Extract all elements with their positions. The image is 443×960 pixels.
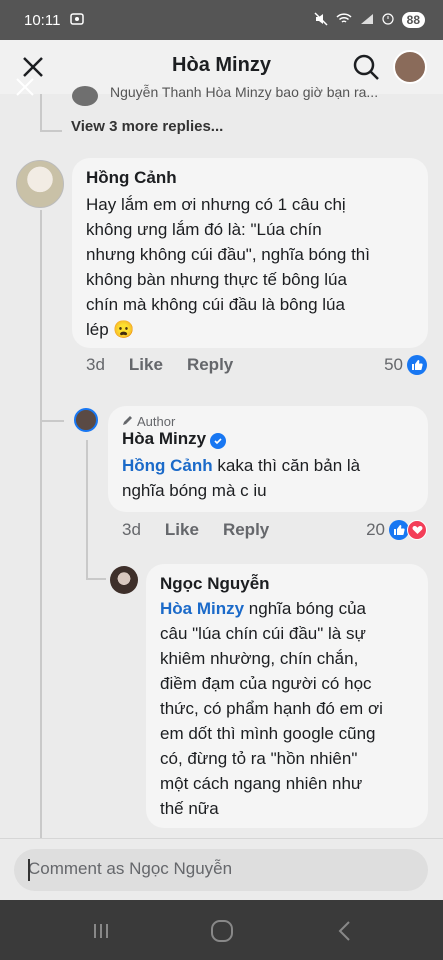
mute-icon bbox=[314, 11, 328, 29]
reply-button[interactable]: Reply bbox=[223, 520, 269, 540]
comment-bubble: Author Hòa Minzy Hồng Cảnh kaka thì căn … bbox=[108, 406, 428, 512]
frowning-emoji-icon: 😦 bbox=[113, 320, 135, 339]
like-reaction-icon bbox=[407, 355, 427, 375]
comment-actions: 3d Like Reply bbox=[86, 355, 233, 375]
alarm-icon bbox=[382, 12, 394, 28]
thread-line bbox=[40, 210, 42, 840]
screen-record-icon bbox=[70, 12, 85, 29]
comment-author[interactable]: Hòa Minzy bbox=[122, 429, 414, 449]
previous-reply-preview[interactable]: Nguyễn Thanh Hòa Minzy bao giờ bạn ra... bbox=[70, 84, 430, 106]
comment-time: 3d bbox=[86, 355, 105, 374]
comment-author[interactable]: Ngọc Nguyễn bbox=[160, 574, 414, 594]
comment-time: 3d bbox=[122, 520, 141, 539]
view-more-replies-link[interactable]: View 3 more replies... bbox=[71, 118, 223, 135]
status-time: 10:11 bbox=[24, 11, 61, 29]
text-caret bbox=[28, 859, 30, 881]
verified-badge-icon bbox=[210, 433, 227, 449]
comment-text: Hay lắm em ơi nhưng có 1 câu chị không ư… bbox=[86, 195, 370, 339]
thread-line bbox=[40, 130, 62, 132]
reaction-count[interactable]: 20 bbox=[366, 520, 427, 540]
profile-avatar[interactable] bbox=[393, 50, 427, 84]
thread-line bbox=[40, 94, 42, 132]
like-reaction-icon bbox=[389, 520, 409, 540]
status-bar: 10:11 88 bbox=[0, 0, 443, 40]
like-button[interactable]: Like bbox=[165, 520, 199, 540]
like-button[interactable]: Like bbox=[129, 355, 163, 375]
home-icon[interactable] bbox=[209, 918, 235, 944]
search-icon[interactable] bbox=[351, 52, 381, 82]
reply-button[interactable]: Reply bbox=[187, 355, 233, 375]
comment-bubble: Hồng Cảnh Hay lắm em ơi nhưng có 1 câu c… bbox=[72, 158, 428, 348]
comment-text: Hòa Minzy nghĩa bóng của câu "lúa chín c… bbox=[160, 599, 383, 818]
system-nav-bar bbox=[0, 900, 443, 960]
battery-indicator: 88 bbox=[401, 12, 425, 28]
comment-input[interactable]: Comment as Ngọc Nguyễn bbox=[14, 849, 428, 891]
avatar[interactable] bbox=[110, 566, 138, 594]
signal-icon bbox=[360, 13, 374, 28]
author-badge: Author bbox=[122, 414, 414, 429]
comment-actions: 3d Like Reply bbox=[122, 520, 269, 540]
pen-icon bbox=[122, 414, 133, 429]
comment-text: Hồng Cảnh kaka thì căn bản là nghĩa bóng… bbox=[122, 456, 361, 500]
overlay-close-icon[interactable] bbox=[14, 76, 36, 98]
reaction-count[interactable]: 50 bbox=[384, 355, 427, 375]
comment-bubble: Ngọc Nguyễn Hòa Minzy nghĩa bóng của câu… bbox=[146, 564, 428, 828]
mention-link[interactable]: Hòa Minzy bbox=[160, 599, 244, 618]
avatar[interactable] bbox=[74, 408, 98, 432]
comment-author[interactable]: Hồng Cảnh bbox=[86, 168, 414, 188]
wifi-icon bbox=[336, 12, 352, 28]
mention-link[interactable]: Hồng Cảnh bbox=[122, 456, 213, 475]
back-icon[interactable] bbox=[332, 918, 358, 944]
thread-line bbox=[86, 578, 106, 580]
recent-apps-icon[interactable] bbox=[88, 918, 114, 944]
heart-reaction-icon bbox=[407, 520, 427, 540]
avatar[interactable] bbox=[16, 160, 64, 208]
thread-line bbox=[86, 440, 88, 580]
thread-line bbox=[40, 420, 64, 422]
comment-composer: Comment as Ngọc Nguyễn bbox=[0, 838, 443, 900]
